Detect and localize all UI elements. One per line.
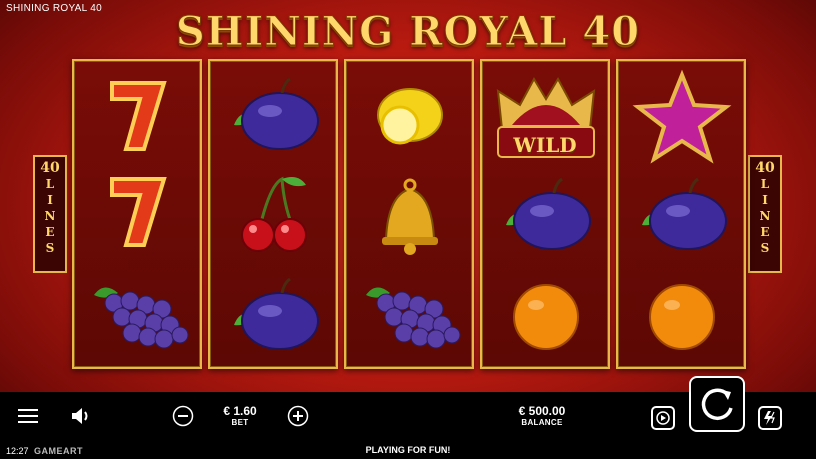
lines-letter: S — [45, 241, 55, 255]
lines-letter: S — [760, 241, 770, 255]
reel-2 — [208, 59, 338, 369]
minus-icon[interactable] — [172, 405, 194, 427]
reel-4: WILD — [480, 59, 610, 369]
spin-button[interactable] — [689, 376, 745, 432]
game-logo: SHINING ROYAL 40 — [175, 8, 641, 56]
reel-1 — [72, 59, 202, 369]
lines-count: 40 — [40, 160, 60, 176]
bet-label: BET — [231, 418, 249, 427]
plum-icon — [506, 177, 591, 250]
reel-5 — [616, 59, 746, 369]
grapes-icon — [94, 287, 189, 349]
lines-letter: N — [44, 209, 56, 223]
lines-letter: N — [759, 209, 771, 223]
lines-letter: I — [762, 193, 768, 207]
reel-3 — [344, 59, 474, 369]
clock: 12:27 — [6, 446, 29, 456]
lines-panel-left: 40 L I N E S — [33, 155, 67, 273]
lines-panel-right: 40 L I N E S — [748, 155, 782, 273]
seven-icon — [110, 81, 167, 151]
wild-label: WILD — [513, 133, 577, 157]
grapes-icon — [366, 287, 461, 349]
spin-icon — [701, 388, 733, 421]
bet-value: € 1.60 — [223, 404, 257, 418]
lines-count: 40 — [755, 160, 775, 176]
lines-letter: L — [760, 177, 770, 191]
cherries-icon — [241, 176, 307, 252]
bet-display: € 1.60 BET — [210, 404, 270, 427]
orange-icon — [513, 284, 579, 350]
seven-icon — [110, 177, 167, 247]
plus-icon[interactable] — [287, 405, 309, 427]
brand-logo: GAMEART — [34, 446, 83, 456]
plum-icon — [234, 77, 319, 150]
balance-value: € 500.00 — [518, 404, 566, 418]
lines-letter: E — [760, 225, 770, 239]
bell-icon — [382, 178, 438, 255]
autoplay-icon — [656, 411, 670, 425]
plum-icon — [642, 177, 727, 250]
plum-icon — [234, 277, 319, 350]
turbo-button[interactable] — [758, 406, 782, 430]
sound-icon[interactable] — [70, 406, 92, 426]
balance-label: BALANCE — [521, 418, 563, 427]
star-icon — [632, 69, 732, 164]
lines-letter: E — [45, 225, 55, 239]
lines-letter: I — [47, 193, 53, 207]
lemon-icon — [377, 88, 443, 145]
status-text: PLAYING FOR FUN! — [365, 445, 451, 455]
autoplay-button[interactable] — [651, 406, 675, 430]
turbo-icon — [764, 411, 775, 425]
balance-display: € 500.00 BALANCE — [500, 404, 584, 427]
menu-icon[interactable] — [18, 408, 38, 424]
reel-area: WILD — [72, 59, 746, 369]
orange-icon — [649, 284, 715, 350]
lines-letter: L — [45, 177, 55, 191]
